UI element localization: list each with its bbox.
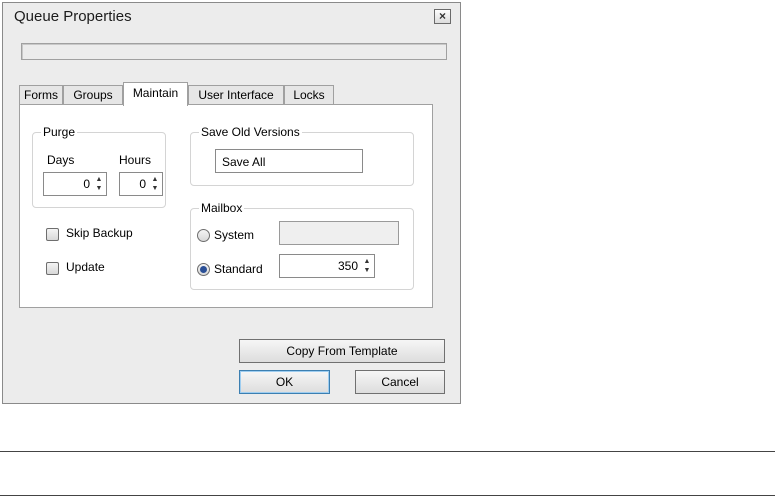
spin-down-icon[interactable]: ▼: [94, 184, 104, 193]
tab-forms[interactable]: Forms: [19, 85, 63, 105]
spin-down-icon[interactable]: ▼: [150, 184, 160, 193]
tab-groups[interactable]: Groups: [63, 85, 123, 105]
maintain-tab-panel: Purge Days Hours 0 ▲ ▼ 0 ▲ ▼ Save Old Ve…: [19, 104, 433, 308]
spin-up-icon[interactable]: ▲: [94, 175, 104, 184]
divider-line: [0, 495, 775, 496]
queue-name-field[interactable]: [21, 43, 447, 60]
tab-maintain[interactable]: Maintain: [123, 82, 188, 106]
standard-value: 350: [337, 259, 358, 273]
hours-spinner-arrows[interactable]: ▲ ▼: [150, 175, 160, 193]
hours-value: 0: [139, 177, 146, 191]
tab-locks[interactable]: Locks: [284, 85, 334, 105]
standard-label[interactable]: Standard: [214, 262, 263, 276]
update-checkbox[interactable]: [46, 262, 59, 275]
spin-down-icon[interactable]: ▼: [362, 266, 372, 275]
standard-radio[interactable]: [197, 263, 210, 276]
dialog-title: Queue Properties: [14, 8, 132, 25]
skip-backup-checkbox[interactable]: [46, 228, 59, 241]
days-value: 0: [83, 177, 90, 191]
system-field[interactable]: [279, 221, 399, 245]
standard-spinner[interactable]: 350 ▲ ▼: [279, 254, 375, 278]
close-button[interactable]: ×: [434, 9, 451, 24]
system-radio[interactable]: [197, 229, 210, 242]
update-label[interactable]: Update: [66, 260, 105, 274]
hours-label: Hours: [119, 153, 152, 167]
mailbox-label: Mailbox: [199, 201, 245, 215]
copy-from-template-button[interactable]: Copy From Template: [239, 339, 445, 363]
purge-group-label: Purge: [41, 125, 78, 139]
divider-line: [0, 451, 775, 452]
cancel-button[interactable]: Cancel: [355, 370, 445, 394]
hours-spinner[interactable]: 0 ▲ ▼: [119, 172, 163, 196]
spin-up-icon[interactable]: ▲: [362, 257, 372, 266]
save-old-versions-value: Save All: [222, 155, 266, 169]
days-spinner-arrows[interactable]: ▲ ▼: [94, 175, 104, 193]
days-label: Days: [47, 153, 75, 167]
close-icon: ×: [438, 9, 446, 23]
system-label[interactable]: System: [214, 228, 254, 242]
spin-up-icon[interactable]: ▲: [150, 175, 160, 184]
save-old-versions-label: Save Old Versions: [199, 125, 302, 139]
ok-button[interactable]: OK: [239, 370, 330, 394]
tab-user-interface[interactable]: User Interface: [188, 85, 284, 105]
days-spinner[interactable]: 0 ▲ ▼: [43, 172, 107, 196]
title-bar[interactable]: Queue Properties ×: [3, 3, 460, 30]
save-old-versions-group: Save Old Versions Save All: [190, 125, 414, 186]
purge-group: Purge Days Hours 0 ▲ ▼ 0 ▲ ▼: [32, 125, 166, 208]
skip-backup-label[interactable]: Skip Backup: [66, 226, 133, 240]
standard-spinner-arrows[interactable]: ▲ ▼: [362, 257, 372, 275]
queue-properties-dialog: Queue Properties × Forms Groups Maintain…: [2, 2, 461, 404]
save-old-versions-field[interactable]: Save All: [215, 149, 363, 173]
mailbox-group: Mailbox System Standard 350 ▲ ▼: [190, 201, 414, 290]
